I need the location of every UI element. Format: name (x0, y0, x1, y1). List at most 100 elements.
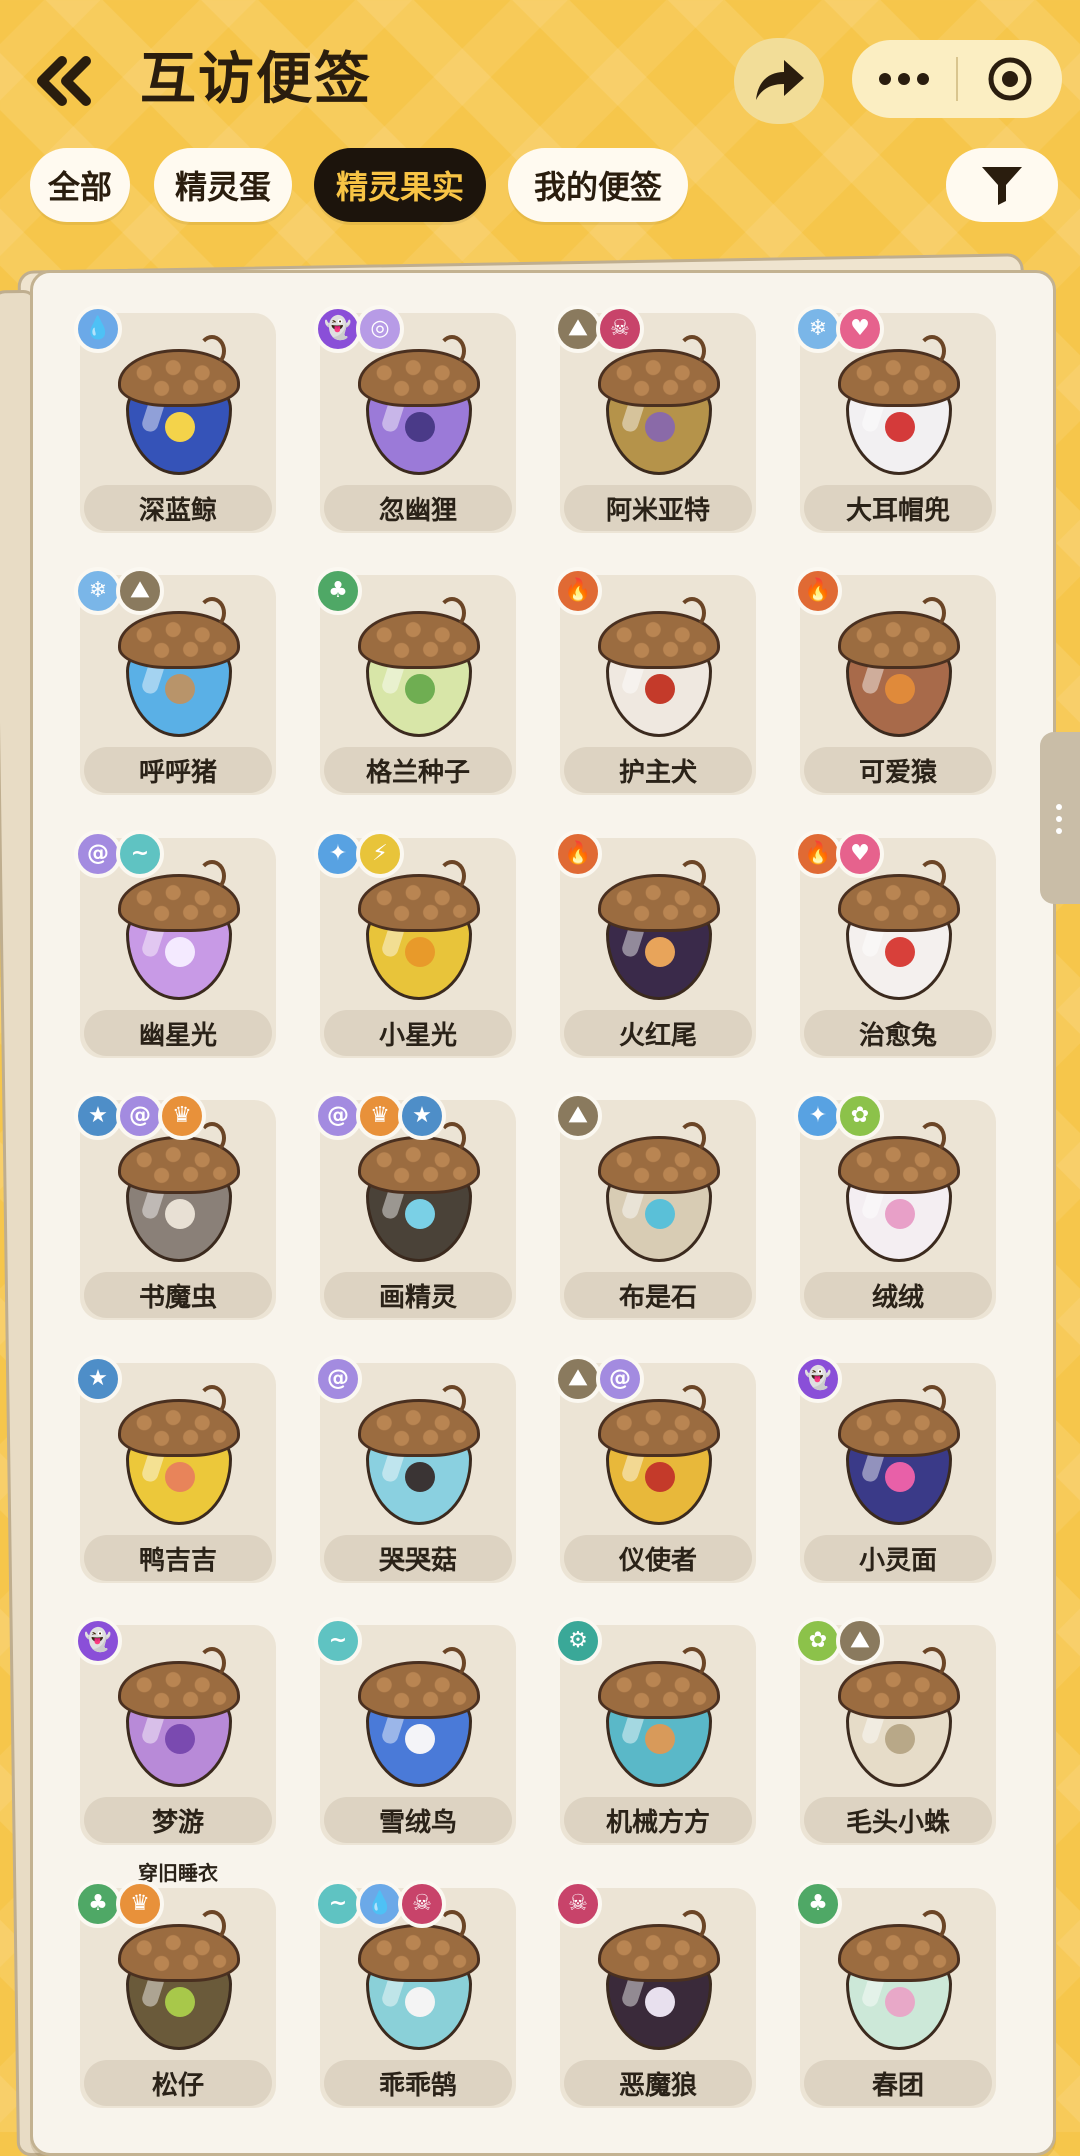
element-badges: 🔥 (794, 567, 842, 615)
acorn-fruit-image (838, 1122, 960, 1266)
acorn-pattern (645, 1199, 675, 1229)
acorn-pattern (165, 674, 195, 704)
acorn-stem (198, 1910, 226, 1942)
back-button[interactable] (28, 48, 100, 114)
fruit-name: 雪绒鸟 (324, 1797, 512, 1843)
acorn-pattern (165, 1462, 195, 1492)
normal-element-icon: ★ (74, 1355, 122, 1403)
fruit-name: 小星光 (324, 1010, 512, 1056)
element-badges: 👻 (74, 1617, 122, 1665)
acorn-pattern (645, 1724, 675, 1754)
acorn-stem (198, 1647, 226, 1679)
acorn-stem (438, 1385, 466, 1417)
fruit-name: 机械方方 (564, 1797, 752, 1843)
tab-all[interactable]: 全部 (30, 148, 130, 222)
acorn-fruit-image (598, 335, 720, 479)
acorn-pattern (165, 412, 195, 442)
electric-element-icon: ⚡ (356, 830, 404, 878)
acorn-pattern (405, 1199, 435, 1229)
share-button[interactable] (734, 38, 824, 124)
fruit-name: 火红尾 (564, 1010, 752, 1056)
element-badges: 💧 (74, 305, 122, 353)
acorn-fruit-image (118, 1910, 240, 2054)
filter-button[interactable] (946, 148, 1058, 222)
acorn-stem (678, 860, 706, 892)
acorn-pattern (645, 1987, 675, 2017)
fruit-name: 大耳帽兜 (804, 485, 992, 531)
vortex-element-icon: @ (116, 1092, 164, 1140)
element-badges: 👻 ◎ (314, 305, 404, 353)
ground-element-icon: ⛰ (116, 567, 164, 615)
acorn-fruit-image (358, 1385, 480, 1529)
acorn-fruit-image (838, 1910, 960, 2054)
acorn-pattern (165, 1987, 195, 2017)
vortex-element-icon: @ (314, 1092, 362, 1140)
ground-element-icon: ⛰ (836, 1617, 884, 1665)
tab-spirit-egg[interactable]: 精灵蛋 (154, 148, 292, 222)
acorn-stem (678, 335, 706, 367)
acorn-pattern (405, 1987, 435, 2017)
fruit-name: 深蓝鲸 (84, 485, 272, 531)
acorn-pattern (885, 1462, 915, 1492)
acorn-fruit-image (838, 860, 960, 1004)
element-badges: ★ @ ♛ (74, 1092, 206, 1140)
ghost-element-icon: 👻 (794, 1355, 842, 1403)
acorn-fruit-image (118, 1385, 240, 1529)
wing-element-icon: ~ (116, 830, 164, 878)
more-button[interactable] (852, 40, 956, 118)
acorn-stem (198, 597, 226, 629)
element-badges: ♣ ♛ (74, 1880, 164, 1928)
fruit-name: 护主犬 (564, 747, 752, 793)
fruit-name: 鸭吉吉 (84, 1535, 272, 1581)
acorn-pattern (885, 1987, 915, 2017)
side-drawer-handle[interactable] (1040, 732, 1080, 904)
double-chevron-left-icon (37, 56, 91, 106)
fruit-name: 可爱猿 (804, 747, 992, 793)
acorn-fruit-image (358, 860, 480, 1004)
fruit-name: 乖乖鹄 (324, 2060, 512, 2106)
element-badges: ✦ ⚡ (314, 830, 404, 878)
acorn-pattern (645, 1462, 675, 1492)
acorn-fruit-image (118, 1647, 240, 1791)
acorn-fruit-image (358, 1647, 480, 1791)
fruit-name: 治愈兔 (804, 1010, 992, 1056)
acorn-fruit-image (118, 335, 240, 479)
element-badges: ♣ (794, 1880, 842, 1928)
fruit-name: 松仔 (84, 2060, 272, 2106)
acorn-fruit-image (598, 1122, 720, 1266)
element-badges: ⛰ (554, 1092, 602, 1140)
fire-element-icon: 🔥 (554, 830, 602, 878)
close-button[interactable] (958, 40, 1062, 118)
ghost-element-icon: 👻 (74, 1617, 122, 1665)
acorn-fruit-image (118, 597, 240, 741)
wing-element-icon: ~ (314, 1880, 362, 1928)
acorn-fruit-image (118, 860, 240, 1004)
acorn-pattern (885, 937, 915, 967)
grass-element-icon: ♣ (314, 567, 362, 615)
vortex-element-icon: @ (314, 1355, 362, 1403)
fruit-name: 绒绒 (804, 1272, 992, 1318)
target-circle-icon (988, 57, 1032, 101)
ice-element-icon: ❄ (794, 305, 842, 353)
acorn-stem (198, 860, 226, 892)
warrior-element-icon: ♛ (158, 1092, 206, 1140)
element-badges: ❄ ♥ (794, 305, 884, 353)
tab-my-notes[interactable]: 我的便签 (508, 148, 688, 222)
fruit-name: 恶魔狼 (564, 2060, 752, 2106)
fruit-name: 书魔虫 (84, 1272, 272, 1318)
acorn-stem (918, 1647, 946, 1679)
notes-paper: 💧 深蓝鲸 👻 ◎ 忽幽狸 ⛰ ☠ 阿米亚特 ❄ ♥ 大耳帽兜 ❄ ⛰ 呼呼猪 ♣ 格兰种子 🔥 护主犬 🔥 可爱猿 @… (30, 270, 1056, 2156)
tab-spirit-fruit[interactable]: 精灵果实 (314, 148, 486, 222)
acorn-fruit-image (598, 860, 720, 1004)
element-badges: ★ (74, 1355, 122, 1403)
page-title: 互访便签 (140, 47, 372, 112)
water-element-icon: 💧 (356, 1880, 404, 1928)
acorn-pattern (165, 937, 195, 967)
element-badges: 🔥 (554, 830, 602, 878)
acorn-pattern (645, 674, 675, 704)
element-badges: 🔥 ♥ (794, 830, 884, 878)
acorn-fruit-image (598, 1385, 720, 1529)
element-badges: 🔥 (554, 567, 602, 615)
normal-element-icon: ★ (398, 1092, 446, 1140)
fire-element-icon: 🔥 (794, 567, 842, 615)
